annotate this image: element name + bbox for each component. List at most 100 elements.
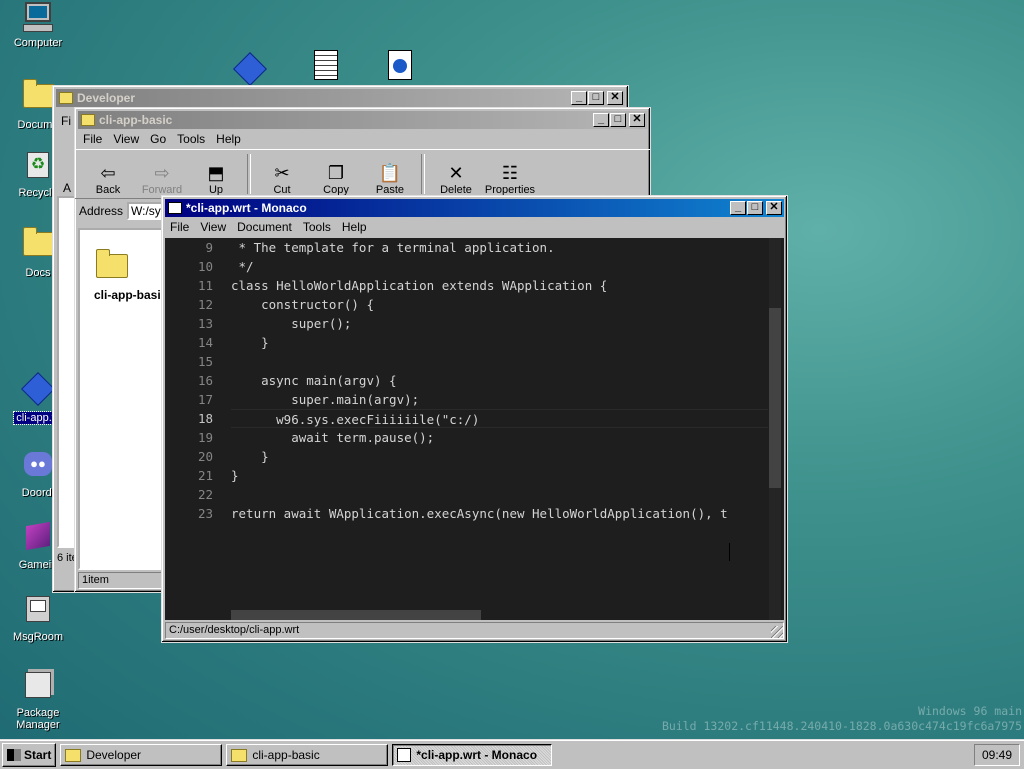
editor-titlebar[interactable]: *cli-app.wrt - Monaco _ □ ✕ xyxy=(165,199,784,217)
line-number: 20 xyxy=(197,449,213,464)
explorer-menubar: File View Go Tools Help xyxy=(75,129,650,149)
line-number: 16 xyxy=(197,373,213,388)
minimize-button[interactable]: _ xyxy=(593,113,609,127)
computer-icon xyxy=(22,2,54,34)
menu-tools[interactable]: Tools xyxy=(173,131,212,147)
task-label: Developer xyxy=(86,748,142,762)
taskbar: Start Developer cli-app-basic *cli-app.w… xyxy=(0,740,1024,769)
line-number: 21 xyxy=(197,468,213,483)
back-arrow-icon: ⇦ xyxy=(100,163,116,183)
explorer-titlebar[interactable]: cli-app-basic _ □ ✕ xyxy=(78,111,647,129)
diamond-file-icon xyxy=(21,372,55,409)
minimize-button[interactable]: _ xyxy=(571,91,587,105)
menu-file[interactable]: File xyxy=(166,219,196,235)
up-button[interactable]: ⬒ Up xyxy=(189,152,243,196)
code-lines[interactable]: * The template for a terminal applicatio… xyxy=(231,238,768,523)
resize-grip-icon[interactable] xyxy=(771,626,783,638)
text-cursor-icon xyxy=(729,543,734,561)
desktop-icon-computer[interactable]: Computer xyxy=(0,2,76,49)
vertical-scrollbar[interactable] xyxy=(769,238,781,620)
desktop-icon-label: Computer xyxy=(13,37,63,49)
line-number: 19 xyxy=(197,430,213,445)
code-line: async main(argv) { xyxy=(231,373,397,388)
folder-icon xyxy=(65,748,82,762)
vertical-scroll-thumb[interactable] xyxy=(769,308,781,488)
desktop-icon-label: Docs xyxy=(25,267,51,279)
address-label: Address xyxy=(79,204,124,218)
code-line: super.main(argv); xyxy=(231,392,420,407)
line-number: 22 xyxy=(197,487,213,502)
minimize-button[interactable]: _ xyxy=(730,201,746,215)
line-number: 13 xyxy=(197,316,213,331)
desktop-icon-package-manager[interactable]: Package Manager xyxy=(0,668,76,731)
os-build-watermark: Windows 96 main Build 13202.cf11448.2404… xyxy=(662,704,1022,734)
close-button[interactable]: ✕ xyxy=(766,201,782,215)
maximize-button[interactable]: □ xyxy=(610,113,626,127)
folder-icon xyxy=(94,249,128,284)
maximize-button[interactable]: □ xyxy=(588,91,604,105)
desktop-icon-label: Doordi xyxy=(21,487,55,499)
code-editor[interactable]: 9 10 11 12 13 14 15 16 17 18 19 20 21 22… xyxy=(165,238,784,620)
properties-button[interactable]: ☷ Properties xyxy=(483,152,537,196)
start-logo-icon xyxy=(7,749,21,761)
menu-document[interactable]: Document xyxy=(233,219,299,235)
paste-icon: 📋 xyxy=(378,163,402,183)
chat-app-icon: ●● xyxy=(22,452,54,484)
notepad-icon xyxy=(397,748,412,762)
up-folder-icon: ⬒ xyxy=(207,163,225,183)
menu-help[interactable]: Help xyxy=(338,219,374,235)
watermark-line: Build 13202.cf11448.240410-1828.0a630c47… xyxy=(661,719,1022,733)
folder-icon xyxy=(231,748,248,762)
system-tray-clock[interactable]: 09:49 xyxy=(974,744,1020,766)
code-line: } xyxy=(231,335,269,350)
copy-button[interactable]: ❐ Copy xyxy=(309,152,363,196)
code-line: */ xyxy=(231,259,254,274)
recycle-bin-icon: ♻ xyxy=(22,152,54,184)
cut-button[interactable]: ✂ Cut xyxy=(255,152,309,196)
task-developer[interactable]: Developer xyxy=(60,744,223,766)
menu-file[interactable]: File xyxy=(79,131,109,147)
start-button[interactable]: Start xyxy=(2,743,57,767)
scissors-icon: ✂ xyxy=(274,163,290,183)
diamond-file-icon[interactable] xyxy=(233,52,267,86)
task-monaco-editor[interactable]: *cli-app.wrt - Monaco xyxy=(392,744,553,766)
editor-menubar: File View Document Tools Help xyxy=(162,217,787,237)
code-line: super(); xyxy=(231,316,352,331)
menu-view[interactable]: View xyxy=(196,219,233,235)
line-number-gutter: 9 10 11 12 13 14 15 16 17 18 19 20 21 22… xyxy=(165,238,221,523)
delete-x-icon: ✕ xyxy=(448,163,464,183)
text-document-icon[interactable] xyxy=(310,50,342,84)
folder-icon xyxy=(22,79,55,116)
paste-button[interactable]: 📋 Paste xyxy=(363,152,417,196)
line-number: 15 xyxy=(197,354,213,369)
desktop-icon-label: Package Manager xyxy=(16,707,60,731)
developer-titlebar[interactable]: Developer _ □ ✕ xyxy=(56,89,625,107)
code-line: class HelloWorldApplication extends WApp… xyxy=(231,278,608,293)
editor-status-path: C:/user/desktop/cli-app.wrt xyxy=(165,622,784,639)
menu-go[interactable]: Go xyxy=(146,131,173,147)
task-cli-app-basic[interactable]: cli-app-basic xyxy=(226,744,389,766)
menu-view[interactable]: View xyxy=(109,131,146,147)
line-number: 17 xyxy=(197,392,213,407)
editor-window[interactable]: *cli-app.wrt - Monaco _ □ ✕ File View Do… xyxy=(161,195,788,643)
web-document-icon[interactable] xyxy=(384,50,416,84)
close-button[interactable]: ✕ xyxy=(629,113,645,127)
properties-icon: ☷ xyxy=(501,163,519,183)
developer-menu-fragment[interactable]: Fi xyxy=(61,114,71,128)
start-label: Start xyxy=(24,748,52,762)
desktop-icon-msgroom[interactable]: MsgRoom xyxy=(0,594,76,643)
maximize-button[interactable]: □ xyxy=(747,201,763,215)
forward-button[interactable]: ⇨ Forward xyxy=(135,152,189,196)
back-button[interactable]: ⇦ Back xyxy=(81,152,135,196)
copy-icon: ❐ xyxy=(327,163,345,183)
menu-tools[interactable]: Tools xyxy=(299,219,338,235)
menu-help[interactable]: Help xyxy=(212,131,248,147)
window-title: Developer xyxy=(77,91,136,105)
code-line-current: w96.sys.execFiiiiiile("c:/) xyxy=(231,409,768,428)
delete-button[interactable]: ✕ Delete xyxy=(429,152,483,196)
horizontal-scroll-thumb[interactable] xyxy=(231,610,481,620)
window-title: *cli-app.wrt - Monaco xyxy=(186,201,307,215)
close-button[interactable]: ✕ xyxy=(607,91,623,105)
developer-address-fragment: A xyxy=(63,181,72,195)
